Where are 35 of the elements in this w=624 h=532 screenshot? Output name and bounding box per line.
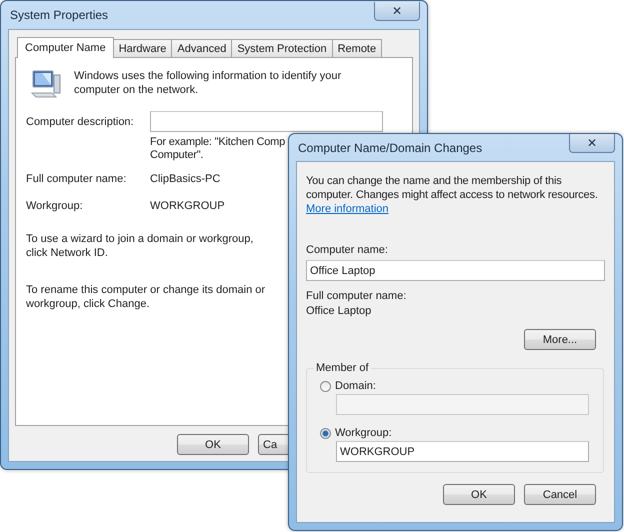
- field-label: Computer name:: [306, 244, 389, 256]
- more-information-link[interactable]: More information: [306, 202, 389, 216]
- window-title: Computer Name/Domain Changes: [297, 140, 482, 154]
- ok-button[interactable]: OK: [443, 484, 515, 505]
- tab[interactable]: Advanced: [171, 39, 232, 57]
- group-label: Member of: [315, 362, 370, 374]
- field-label: Full computer name:: [26, 173, 128, 185]
- more-button[interactable]: More...: [524, 329, 596, 350]
- computer-icon: [30, 69, 62, 99]
- radio-button[interactable]: [320, 380, 331, 392]
- tab[interactable]: Computer Name: [17, 37, 114, 58]
- instruction-text: To use a wizard to join a domain or workgroup, click Network ID.: [26, 232, 254, 260]
- intro-text: You can change the name and the membership of this computer. Changes might affect access to network resources.: [306, 174, 599, 202]
- field-label: Computer description:: [26, 116, 135, 128]
- field-label: Full computer name:: [306, 290, 408, 302]
- computer-name-field[interactable]: Office Laptop: [306, 260, 605, 281]
- tab[interactable]: Remote: [332, 39, 382, 57]
- ok-button[interactable]: OK: [177, 434, 249, 455]
- window-title: System Properties: [9, 8, 108, 22]
- close-button[interactable]: ✕: [374, 2, 420, 20]
- instruction-text: To rename this computer or change its domain or workgroup, click Change.: [26, 283, 266, 311]
- field-value: Office Laptop: [306, 305, 372, 317]
- field-label: Workgroup:: [26, 200, 84, 212]
- field-value: WORKGROUP: [150, 200, 225, 212]
- radio-button[interactable]: [320, 428, 331, 438]
- tab[interactable]: Hardware: [112, 39, 172, 57]
- cancel-button[interactable]: Cancel: [524, 484, 596, 505]
- radio-option[interactable]: Domain:: [320, 380, 589, 392]
- radio-option[interactable]: Workgroup:: [320, 427, 589, 439]
- tab[interactable]: System Protection: [231, 39, 333, 57]
- intro-text: Windows uses the following information to identify your computer on the network.: [74, 69, 342, 97]
- description-field[interactable]: [150, 111, 383, 132]
- input-field[interactable]: WORKGROUP: [336, 441, 589, 462]
- close-button[interactable]: ✕: [569, 134, 615, 153]
- field-value: ClipBasics-PC: [150, 173, 220, 185]
